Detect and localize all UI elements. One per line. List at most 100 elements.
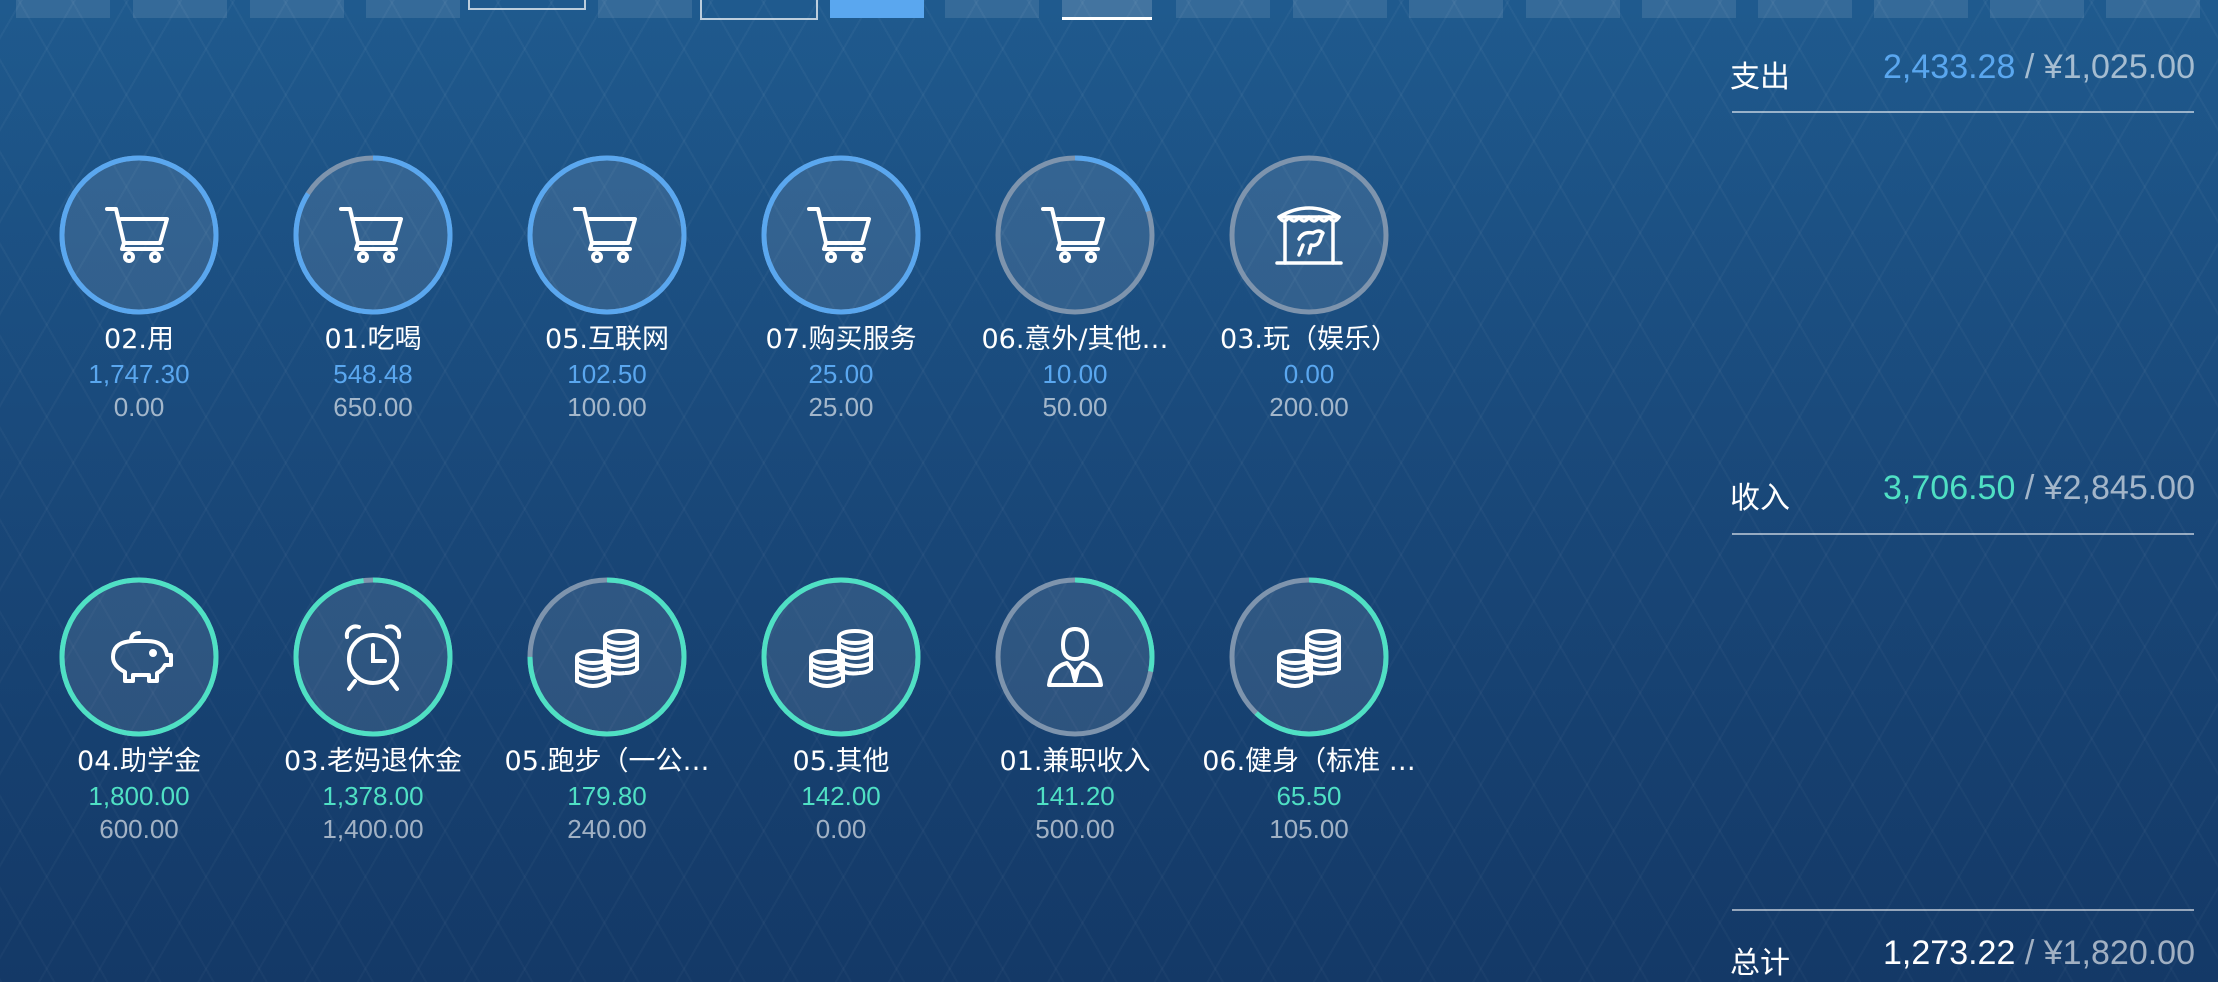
- cart-icon: [333, 195, 413, 275]
- progress-ring: [59, 577, 219, 737]
- month-tab[interactable]: [1293, 0, 1387, 18]
- total-summary-label: 总计: [1730, 946, 1790, 981]
- month-tab[interactable]: [598, 0, 692, 18]
- coins-icon: [801, 617, 881, 697]
- month-tab[interactable]: [1176, 0, 1270, 18]
- month-tab-current[interactable]: [1062, 0, 1152, 20]
- category-amount: 1,378.00: [322, 781, 424, 811]
- progress-ring: [1229, 155, 1389, 315]
- category-amount: 179.80: [567, 781, 647, 811]
- category-amount: 1,747.30: [88, 359, 190, 389]
- month-tab[interactable]: [1409, 0, 1503, 18]
- category-label: 01.兼职收入: [999, 746, 1151, 777]
- cart-icon: [801, 195, 881, 275]
- category-amount: 25.00: [808, 359, 874, 389]
- income-budget: ¥2,845.00: [2043, 469, 2195, 507]
- total-amount: 1,273.22: [1883, 934, 2016, 972]
- expense-category-item[interactable]: 03.玩（娱乐） 0.00 200.00: [1192, 155, 1426, 423]
- category-label: 03.老妈退休金: [284, 746, 462, 777]
- progress-ring: [1229, 577, 1389, 737]
- divider: [1732, 111, 2194, 113]
- category-budget: 100.00: [567, 392, 647, 422]
- progress-ring: [761, 577, 921, 737]
- category-budget: 200.00: [1269, 392, 1349, 422]
- category-budget: 500.00: [1035, 814, 1115, 844]
- category-label: 01.吃喝: [324, 324, 422, 355]
- month-tab[interactable]: [1990, 0, 2084, 18]
- category-label: 05.互联网: [545, 324, 669, 355]
- month-tab[interactable]: [366, 0, 460, 18]
- category-label: 02.用: [104, 324, 174, 355]
- separator: /: [2024, 934, 2035, 972]
- expense-summary-label: 支出: [1730, 60, 1790, 95]
- cart-icon: [567, 195, 647, 275]
- progress-ring: [527, 577, 687, 737]
- expense-category-item[interactable]: 01.吃喝 548.48 650.00: [256, 155, 490, 423]
- month-tab[interactable]: [1874, 0, 1968, 18]
- month-tab[interactable]: [1526, 0, 1620, 18]
- expense-category-item[interactable]: 06.意外/其他… 10.00 50.00: [958, 155, 1192, 423]
- month-tab[interactable]: [945, 0, 1039, 18]
- divider: [1732, 533, 2194, 535]
- expense-category-item[interactable]: 07.购买服务 25.00 25.00: [724, 155, 958, 423]
- income-category-item[interactable]: 05.跑步（一公… 179.80 240.00: [490, 577, 724, 845]
- progress-ring: [293, 577, 453, 737]
- person-icon: [1035, 617, 1115, 697]
- category-budget: 0.00: [113, 392, 165, 422]
- expense-category-item[interactable]: 02.用 1,747.30 0.00: [22, 155, 256, 423]
- expense-total-amount: 2,433.28: [1883, 48, 2016, 86]
- income-total-amount: 3,706.50: [1883, 469, 2016, 507]
- progress-ring: [527, 155, 687, 315]
- category-amount: 1,800.00: [88, 781, 190, 811]
- income-category-item[interactable]: 06.健身（标准 … 65.50 105.00: [1192, 577, 1426, 845]
- category-label: 06.健身（标准 …: [1202, 746, 1416, 777]
- category-budget: 25.00: [808, 392, 874, 422]
- total-budget: ¥1,820.00: [2043, 934, 2195, 972]
- category-amount: 102.50: [567, 359, 647, 389]
- category-budget: 240.00: [567, 814, 647, 844]
- category-budget: 600.00: [99, 814, 179, 844]
- expense-category-item[interactable]: 05.互联网 102.50 100.00: [490, 155, 724, 423]
- progress-ring: [59, 155, 219, 315]
- category-amount: 65.50: [1276, 781, 1342, 811]
- month-tab-selected[interactable]: [830, 0, 924, 18]
- separator: /: [2024, 469, 2035, 507]
- separator: /: [2024, 48, 2035, 86]
- progress-ring: [761, 155, 921, 315]
- month-tab[interactable]: [468, 0, 586, 10]
- category-label: 07.购买服务: [765, 324, 917, 355]
- expense-summary[interactable]: 支出 2,433.28 / ¥1,025.00: [1730, 48, 2195, 95]
- month-tab[interactable]: [2106, 0, 2200, 18]
- category-amount: 0.00: [1283, 359, 1335, 389]
- category-amount: 141.20: [1035, 781, 1115, 811]
- month-tab[interactable]: [133, 0, 227, 18]
- category-budget: 650.00: [333, 392, 413, 422]
- category-amount: 548.48: [333, 359, 413, 389]
- income-summary[interactable]: 收入 3,706.50 / ¥2,845.00: [1730, 469, 2195, 516]
- category-budget: 105.00: [1269, 814, 1349, 844]
- month-tab[interactable]: [16, 0, 110, 18]
- alarm-clock-icon: [333, 617, 413, 697]
- month-tab-strip: [0, 0, 2218, 26]
- income-summary-label: 收入: [1730, 481, 1790, 516]
- category-budget: 0.00: [815, 814, 867, 844]
- piggy-bank-icon: [99, 617, 179, 697]
- income-category-item[interactable]: 04.助学金 1,800.00 600.00: [22, 577, 256, 845]
- coins-icon: [1269, 617, 1349, 697]
- income-category-item[interactable]: 05.其他 142.00 0.00: [724, 577, 958, 845]
- income-category-item[interactable]: 01.兼职收入 141.20 500.00: [958, 577, 1192, 845]
- month-tab[interactable]: [1758, 0, 1852, 18]
- progress-ring: [995, 577, 1155, 737]
- progress-ring: [995, 155, 1155, 315]
- category-label: 06.意外/其他…: [981, 324, 1169, 355]
- income-category-item[interactable]: 03.老妈退休金 1,378.00 1,400.00: [256, 577, 490, 845]
- carousel-icon: [1269, 195, 1349, 275]
- total-summary[interactable]: 总计 1,273.22 / ¥1,820.00: [1730, 934, 2195, 981]
- month-tab[interactable]: [700, 0, 818, 20]
- month-tab[interactable]: [250, 0, 344, 18]
- category-label: 05.跑步（一公…: [504, 746, 710, 777]
- category-budget: 1,400.00: [322, 814, 424, 844]
- coins-icon: [567, 617, 647, 697]
- month-tab[interactable]: [1642, 0, 1736, 18]
- cart-icon: [99, 195, 179, 275]
